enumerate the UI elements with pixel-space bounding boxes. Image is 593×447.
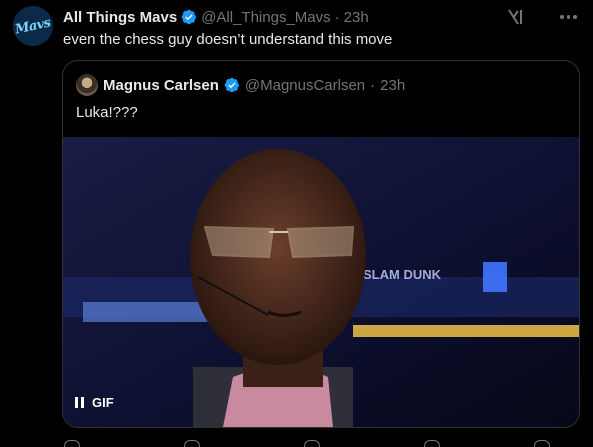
quoted-post-timestamp[interactable]: 23h [380,77,405,94]
repost-icon[interactable] [184,440,200,447]
avatar-logo-text: Mavs [13,14,53,38]
post-header: All Things Mavs @All_Things_Mavs · 23h [63,7,369,27]
quoted-author-name[interactable]: Magnus Carlsen [103,77,219,94]
post-text: even the chess guy doesn’t understand th… [63,31,393,48]
background-sign-text: SLAM DUNK [363,267,442,282]
author-avatar[interactable]: Mavs [13,6,53,46]
more-options-icon[interactable] [560,10,582,24]
gif-badge-label: GIF [92,395,114,410]
gif-frame-image: SLAM DUNK [63,137,579,427]
pause-icon[interactable] [75,397,84,408]
author-name[interactable]: All Things Mavs [63,9,177,26]
post-timestamp[interactable]: 23h [344,9,369,26]
quoted-author-avatar[interactable] [76,74,98,96]
author-handle[interactable]: @All_Things_Mavs [201,9,330,26]
quoted-post-header: Magnus Carlsen @MagnusCarlsen · 23h [76,74,405,96]
verified-badge-icon [181,9,197,25]
post-actions-bar [60,438,580,447]
gif-media[interactable]: SLAM DUNK GIF [63,137,579,427]
reply-icon[interactable] [64,440,80,447]
like-icon[interactable] [304,440,320,447]
quoted-post-text: Luka!??? [76,104,138,121]
separator-dot: · [370,76,376,94]
views-icon[interactable] [424,440,440,447]
quoted-post-card[interactable]: Magnus Carlsen @MagnusCarlsen · 23h Luka… [62,60,580,428]
gif-controls[interactable]: GIF [75,395,114,410]
quoted-author-handle[interactable]: @MagnusCarlsen [245,77,365,94]
grok-icon[interactable] [507,8,527,26]
share-icon[interactable] [534,440,550,447]
verified-badge-icon [224,77,240,93]
separator-dot: · [334,8,340,26]
